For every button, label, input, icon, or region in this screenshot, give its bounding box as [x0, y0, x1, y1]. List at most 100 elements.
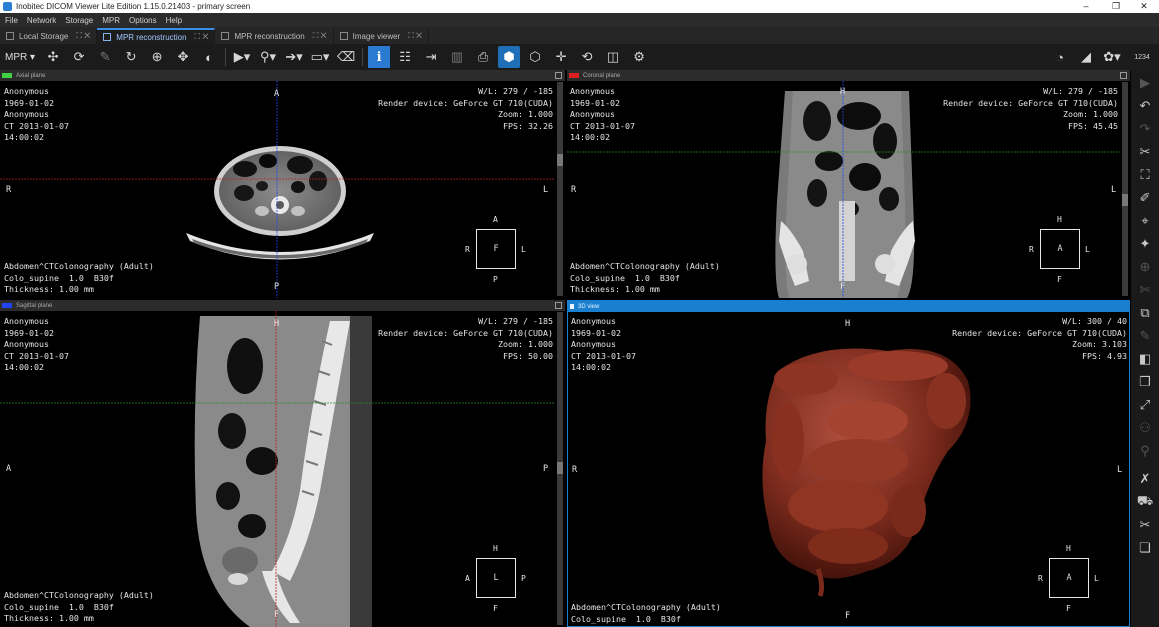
rotate-icon[interactable]: ↻ — [120, 46, 142, 68]
tab-bar: Local Storage ⛶ ✕ MPR reconstruction ⛶ ✕ M… — [0, 27, 1159, 44]
axes-icon[interactable]: ✛ — [550, 46, 572, 68]
tab-close-icon[interactable]: ⛶ ✕ — [313, 31, 327, 41]
anonymize-badge[interactable]: 1234 — [1127, 46, 1157, 68]
cube-outline-icon[interactable]: ⬡ — [524, 46, 546, 68]
crop-icon[interactable]: ⛶ — [1134, 165, 1156, 185]
tab-mpr-reconstruction-2[interactable]: MPR reconstruction ⛶ ✕ — [215, 28, 334, 44]
viewport-axial[interactable]: Axial plane Anonymous 1969-01-02 Anonymo… — [0, 70, 565, 298]
orientation-bottom: F — [840, 282, 846, 292]
settings-cog-icon[interactable]: ⚙ — [628, 46, 650, 68]
menu-mpr[interactable]: MPR — [102, 16, 120, 25]
cube-label-top: A — [493, 215, 498, 224]
cube-icon — [221, 32, 230, 40]
expand-icon[interactable]: ⤢ — [1134, 395, 1156, 415]
viewport-coronal[interactable]: Coronal plane Anonymous 1969-01-02 Anony… — [567, 70, 1130, 298]
duplicate-icon[interactable]: ❏ — [1134, 538, 1156, 558]
maximize-viewport-icon[interactable] — [555, 72, 562, 79]
cut-copy-icon[interactable]: ✂ — [1134, 515, 1156, 535]
brightness-icon[interactable]: ◔ — [1049, 46, 1071, 68]
fit-window-icon[interactable]: ⧉ — [1134, 303, 1156, 323]
palette-icon[interactable]: ✿▾ — [1101, 46, 1123, 68]
target-icon[interactable]: ⊕ — [1134, 257, 1156, 277]
orientation-left: R — [571, 185, 577, 195]
orientation-bottom: F — [274, 610, 280, 620]
cut-tool-icon[interactable]: ✂ — [1134, 142, 1156, 162]
split-view-icon[interactable]: ◧ — [1134, 349, 1156, 369]
info-icon[interactable]: ℹ — [368, 46, 391, 68]
orientation-cube: L — [476, 558, 516, 598]
cube-label-bottom: F — [1066, 604, 1071, 613]
arrow-icon[interactable]: ➔▾ — [283, 46, 305, 68]
patient-info-overlay: Anonymous 1969-01-02 Anonymous CT 2013-0… — [570, 86, 635, 142]
slice-scrollbar[interactable] — [1122, 82, 1128, 296]
adjust-icon[interactable]: ✎ — [94, 46, 116, 68]
magic-wand-icon[interactable]: ✦ — [1134, 234, 1156, 254]
circles-icon[interactable]: ⚇ — [1134, 418, 1156, 438]
collapse-icon[interactable]: ▶ — [1134, 73, 1156, 93]
viewport-sagittal[interactable]: Sagittal plane Anonymous 1969-01-02 Anon… — [0, 300, 565, 627]
minimize-button[interactable]: – — [1071, 0, 1101, 13]
play-icon[interactable]: ▶▾ — [231, 46, 253, 68]
menu-options[interactable]: Options — [129, 16, 157, 25]
orientation-top: A — [274, 89, 280, 99]
tab-close-icon[interactable]: ⛶ ✕ — [195, 32, 209, 42]
layout-icon[interactable]: ☷ — [394, 46, 416, 68]
menu-help[interactable]: Help — [166, 16, 182, 25]
tab-mpr-reconstruction-1[interactable]: MPR reconstruction ⛶ ✕ — [97, 28, 216, 44]
slices-icon[interactable]: ◫ — [602, 46, 624, 68]
viewport-header: Coronal plane — [567, 70, 1130, 81]
pan-icon[interactable]: ✥ — [172, 46, 194, 68]
reset-icon[interactable]: ⟲ — [576, 46, 598, 68]
cross-tool-icon[interactable]: ✗ — [1134, 469, 1156, 489]
maximize-viewport-icon[interactable] — [1120, 72, 1127, 79]
marker-icon[interactable]: ⚲▾ — [257, 46, 279, 68]
film-icon[interactable]: ▥ — [446, 46, 468, 68]
zoom-icon[interactable]: ⊕ — [146, 46, 168, 68]
render-info-overlay: W/L: 279 / -185 Render device: GeForce G… — [378, 86, 553, 131]
eraser-icon[interactable]: ⌫ — [335, 46, 357, 68]
viewport-3d[interactable]: 3D view Anonymous 1969-01-02 Anonymous C… — [567, 300, 1130, 627]
tab-image-viewer[interactable]: Image viewer ⛶ ✕ — [334, 28, 430, 44]
menu-network[interactable]: Network — [27, 16, 56, 25]
cube-label-right: L — [1085, 245, 1090, 254]
rotate-3d-icon[interactable]: ⟳ — [68, 46, 90, 68]
tab-close-icon[interactable]: ⛶ ✕ — [408, 31, 422, 41]
print-icon[interactable]: ⎙ — [472, 46, 494, 68]
car-icon[interactable]: ⛟ — [1134, 492, 1156, 512]
cube-label-left: R — [1029, 245, 1034, 254]
sculpt-icon[interactable]: ✐ — [1134, 188, 1156, 208]
crosshair-icon[interactable]: ✣ — [42, 46, 64, 68]
tab-close-icon[interactable]: ⛶ ✕ — [76, 31, 90, 41]
database-icon — [6, 32, 14, 40]
export-icon[interactable]: ⇥ — [420, 46, 442, 68]
redo-icon[interactable]: ↷ — [1134, 119, 1156, 139]
slice-scrollbar[interactable] — [557, 312, 563, 625]
mpr-mode-dropdown[interactable]: MPR ▾ — [2, 46, 38, 68]
render-info-overlay: W/L: 300 / 40 Render device: GeForce GT … — [952, 316, 1127, 361]
tab-local-storage[interactable]: Local Storage ⛶ ✕ — [0, 28, 98, 44]
orientation-top: H — [840, 87, 846, 97]
cube-label-right: P — [521, 574, 526, 583]
cube-label-bottom: F — [493, 604, 498, 613]
maximize-viewport-icon[interactable] — [555, 302, 562, 309]
volume-3d-icon[interactable]: ⬢ — [498, 46, 521, 68]
pin-icon[interactable]: ⚲ — [1134, 441, 1156, 461]
layers-icon[interactable]: ❐ — [1134, 372, 1156, 392]
slice-scrollbar[interactable] — [557, 82, 563, 296]
contrast-icon[interactable]: ◐ — [198, 46, 220, 68]
close-button[interactable]: ✕ — [1129, 0, 1159, 13]
cube-label-top: H — [1057, 215, 1062, 224]
menu-file[interactable]: File — [5, 16, 18, 25]
menu-storage[interactable]: Storage — [65, 16, 93, 25]
scissors-icon[interactable]: ✄ — [1134, 280, 1156, 300]
cube-label-left: A — [465, 574, 470, 583]
maximize-button[interactable]: ❐ — [1101, 0, 1131, 13]
select-region-icon[interactable]: ⌖ — [1134, 211, 1156, 231]
pen-icon[interactable]: ✎ — [1134, 326, 1156, 346]
render-info-overlay: W/L: 279 / -185 Render device: GeForce G… — [943, 86, 1118, 131]
orientation-cube: A — [1040, 229, 1080, 269]
series-info-overlay: Abdomen^CTColonography (Adult) Colo_supi… — [4, 590, 154, 623]
chart-icon[interactable]: ◢ — [1075, 46, 1097, 68]
ruler-icon[interactable]: ▭▾ — [309, 46, 331, 68]
undo-icon[interactable]: ↶ — [1134, 96, 1156, 116]
